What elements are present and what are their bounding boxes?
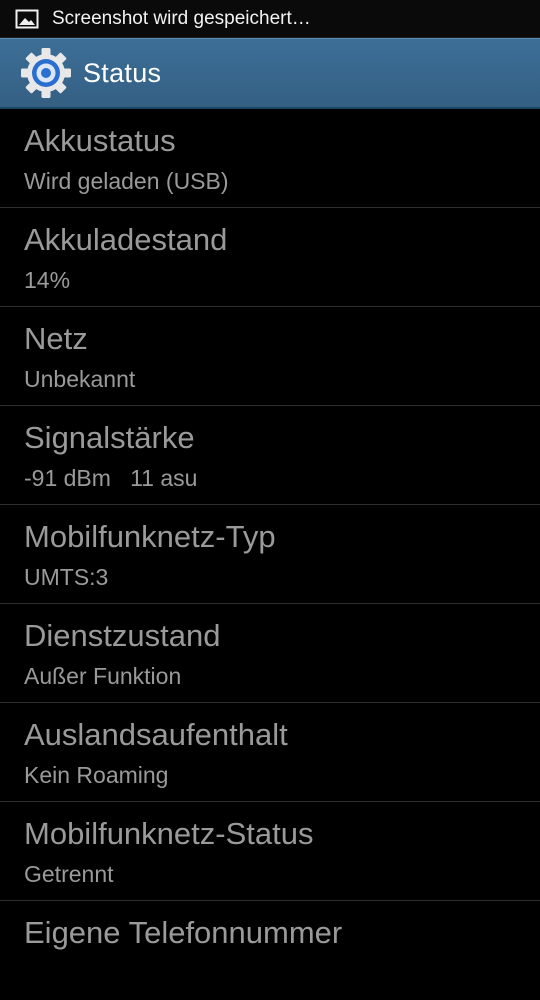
item-label: Netz [24,321,88,356]
list-item-signalstaerke[interactable]: Signalstärke -91 dBm 11 asu [0,406,540,505]
item-label: Akkuladestand [24,222,228,257]
item-value: Getrennt [24,861,114,887]
item-value: Außer Funktion [24,663,182,689]
item-label: Auslandsaufenthalt [24,717,288,752]
item-value: 14% [24,267,71,293]
page-title: Status [83,57,162,88]
image-icon [14,9,40,29]
list-item-mobilfunknetz-typ[interactable]: Mobilfunknetz-Typ UMTS:3 [0,505,540,604]
item-label: Dienstzustand [24,618,221,653]
list-item-mobilfunknetz-status[interactable]: Mobilfunknetz-Status Getrennt [0,802,540,901]
item-value: Wird geladen (USB) [24,168,229,194]
status-bar[interactable]: Screenshot wird gespeichert… [0,0,540,38]
item-label: Akkustatus [24,123,176,158]
list-item-auslandsaufenthalt[interactable]: Auslandsaufenthalt Kein Roaming [0,703,540,802]
list-item-dienstzustand[interactable]: Dienstzustand Außer Funktion [0,604,540,703]
notification-text: Screenshot wird gespeichert… [52,7,311,29]
item-label: Eigene Telefonnummer [24,915,343,950]
action-bar: Status [0,38,540,109]
item-value: Unbekannt [24,366,136,392]
item-value: -91 dBm 11 asu [24,465,198,491]
item-value: UMTS:3 [24,564,109,590]
list-item-netz[interactable]: Netz Unbekannt [0,307,540,406]
item-value: Kein Roaming [24,762,169,788]
list-item-akkustatus[interactable]: Akkustatus Wird geladen (USB) [0,109,540,208]
item-label: Signalstärke [24,420,195,455]
item-label: Mobilfunknetz-Status [24,816,314,851]
item-label: Mobilfunknetz-Typ [24,519,276,554]
gear-icon[interactable] [20,47,72,99]
list-item-akkuladestand[interactable]: Akkuladestand 14% [0,208,540,307]
status-list: Akkustatus Wird geladen (USB) Akkuladest… [0,109,540,1000]
list-item-eigene-telefonnummer[interactable]: Eigene Telefonnummer [0,901,540,1000]
